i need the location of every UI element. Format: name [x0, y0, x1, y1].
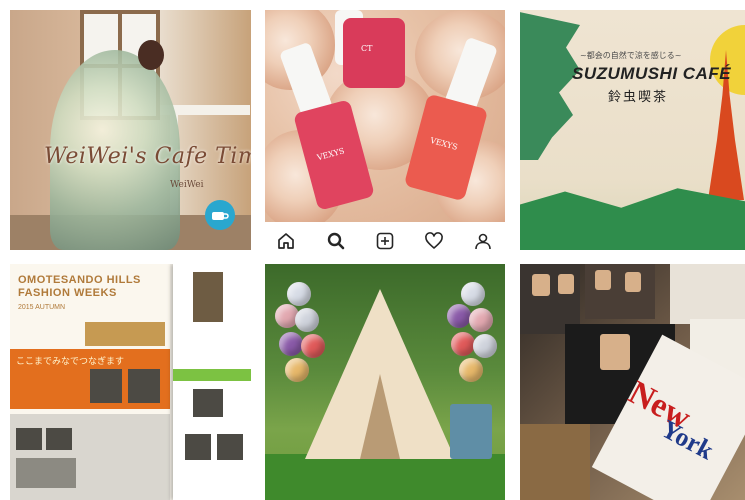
balloon — [447, 304, 471, 328]
flyer-gold-box — [85, 322, 165, 346]
flyer-green-band — [173, 369, 251, 381]
search-icon — [327, 232, 345, 250]
flyer-photo — [90, 369, 122, 403]
heart-icon — [425, 232, 443, 249]
profile-button[interactable] — [472, 230, 494, 252]
home-button[interactable] — [275, 230, 297, 252]
balloon — [451, 332, 475, 356]
flyer-photo — [185, 434, 211, 460]
balloon — [473, 334, 497, 358]
flyer-photo — [217, 434, 243, 460]
balloon — [285, 358, 309, 382]
balloon — [295, 308, 319, 332]
bottle-label: CT — [361, 44, 373, 53]
bottle-label: VEXYS — [429, 135, 459, 152]
grid-tile-tent-balloons[interactable] — [265, 264, 505, 500]
balloon — [279, 332, 303, 356]
activity-button[interactable] — [423, 230, 445, 252]
collage-face — [558, 274, 574, 294]
flyer-photo — [16, 428, 42, 450]
balloon — [287, 282, 311, 306]
bottle-label: VEXYS — [316, 146, 346, 163]
flyer-orange-text: ここまでみなでつなぎます — [16, 356, 125, 366]
flyer-bottom-section — [10, 414, 170, 500]
grid-tile-magazine-collage[interactable]: New York — [520, 264, 745, 500]
collage-face — [625, 272, 641, 292]
model-head — [138, 40, 164, 70]
add-post-button[interactable] — [374, 230, 396, 252]
balloon — [459, 358, 483, 382]
polish-bottle: CT — [343, 18, 405, 88]
flyer-right — [173, 264, 251, 500]
balloon — [461, 282, 485, 306]
grid-tile-weiwei-cafe[interactable]: WeiWei's Cafe Time WeiWei — [10, 10, 251, 250]
flyer-photo — [193, 389, 223, 417]
flyer-heading: OMOTESANDO HILLS FASHION WEEKS — [18, 274, 141, 299]
balloon — [301, 334, 325, 358]
grid-tile-fashion-weeks[interactable]: OMOTESANDO HILLS FASHION WEEKS 2015 AUTU… — [10, 264, 251, 500]
flyer-photo — [46, 428, 72, 450]
tile1-title: WeiWei's Cafe Time — [44, 144, 251, 169]
lawn — [265, 454, 505, 500]
collage-card — [670, 264, 745, 324]
collage-face — [600, 334, 630, 370]
flyer-date: 2015 AUTUMN — [18, 304, 66, 311]
collage-face — [595, 270, 611, 290]
folding-chair — [450, 404, 492, 459]
cafe-logo-icon — [205, 200, 235, 230]
tile3-japanese-title: 鈴虫喫茶 — [608, 90, 669, 105]
balloon — [469, 308, 493, 332]
flyer-photo — [16, 458, 76, 488]
flyer-orange-band: ここまでみなでつなぎます — [10, 349, 170, 409]
instagram-nav-bar — [265, 222, 505, 258]
search-button[interactable] — [325, 230, 347, 252]
flyer-photo — [128, 369, 160, 403]
flyer-photo — [193, 272, 223, 322]
grid-tile-suzumushi-cafe[interactable]: ~都会の自然で涼を感じる~ SUZUMUSHI CAFÉ 鈴虫喫茶 — [520, 10, 745, 250]
grid-tile-nail-polish[interactable]: CT VEXYS VEXYS — [265, 10, 505, 222]
tile1-subtitle: WeiWei — [170, 180, 204, 190]
collage-face — [532, 274, 550, 296]
collage-card — [520, 424, 590, 500]
add-post-icon — [376, 232, 394, 250]
flyer-left: OMOTESANDO HILLS FASHION WEEKS 2015 AUTU… — [10, 264, 170, 500]
tile3-tagline: ~都会の自然で涼を感じる~ — [580, 51, 682, 60]
tile3-title: SUZUMUSHI CAFÉ — [572, 64, 732, 83]
home-icon — [278, 233, 294, 249]
profile-icon — [475, 233, 491, 250]
